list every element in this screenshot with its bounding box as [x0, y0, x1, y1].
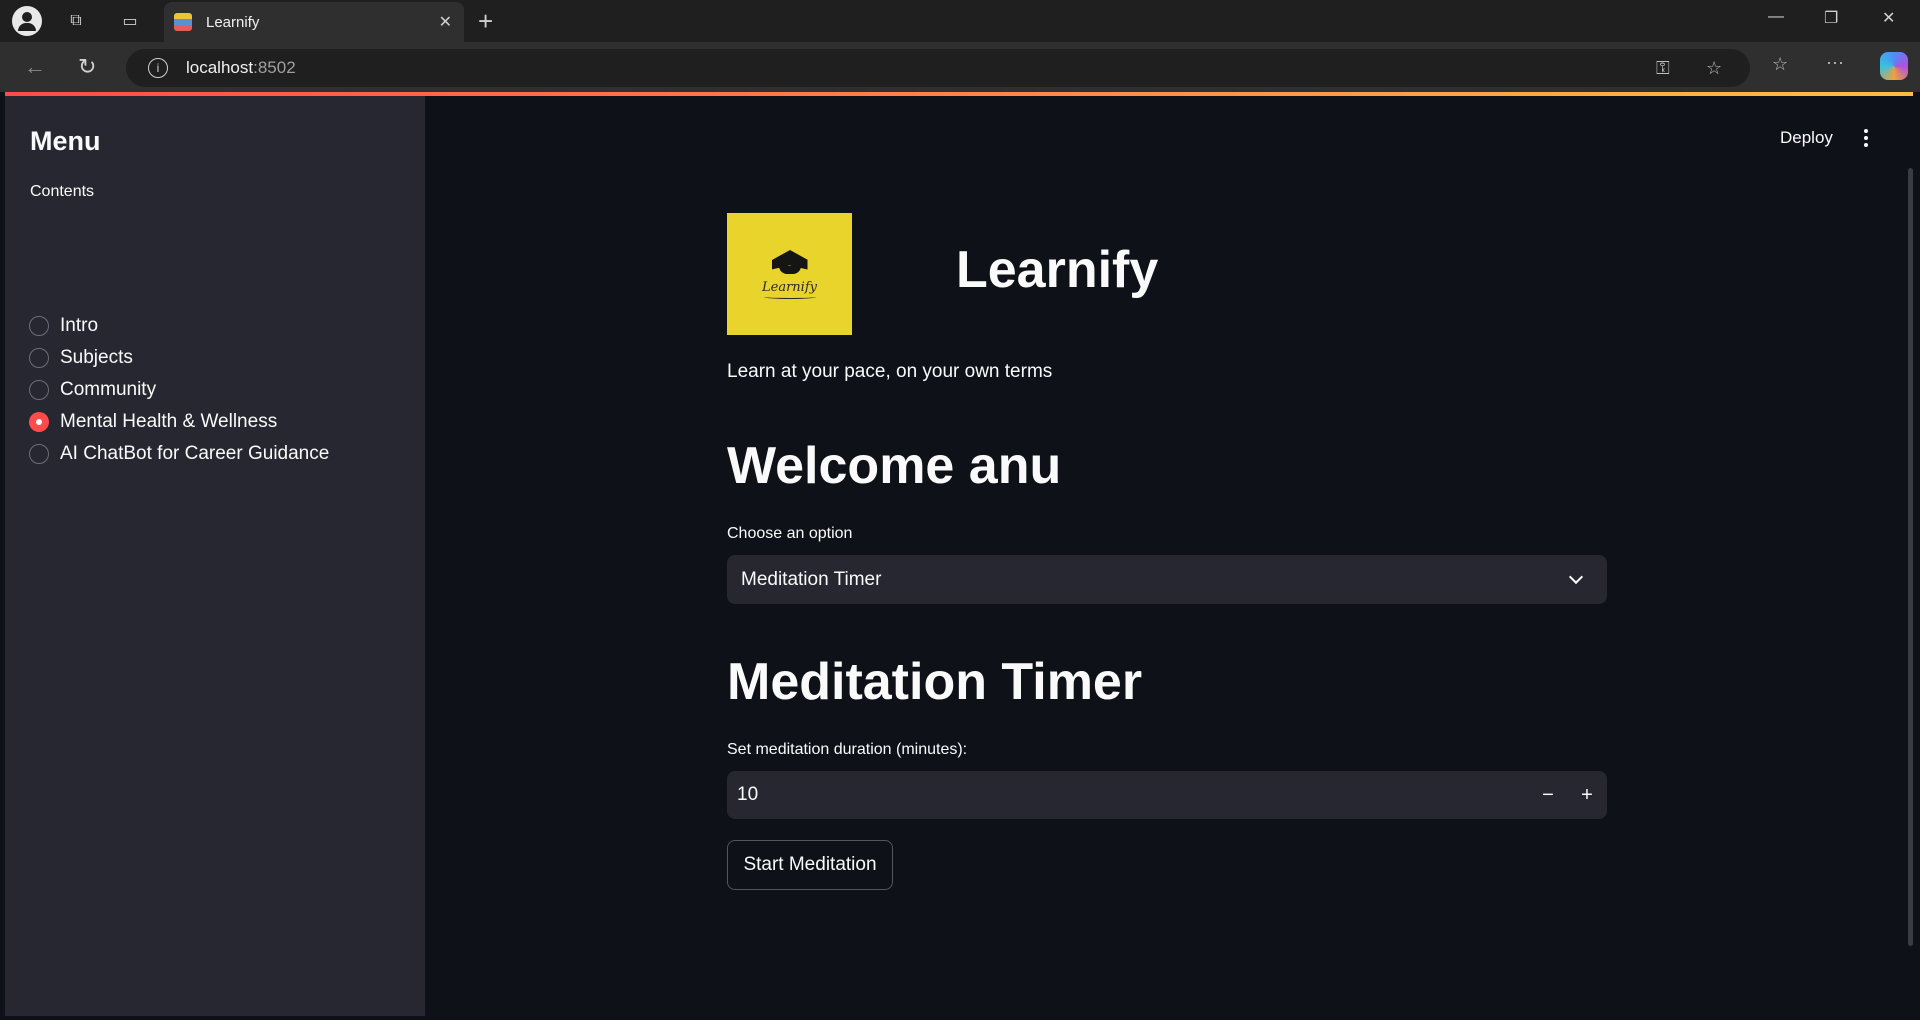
start-meditation-button[interactable]: Start Meditation	[727, 840, 893, 890]
page-title: Learnify	[956, 241, 1159, 299]
workspaces-icon[interactable]: ⧉	[62, 8, 90, 34]
more-options-icon[interactable]: ···	[1826, 52, 1844, 73]
address-bar[interactable]: i localhost:8502 ⚿ ☆	[126, 49, 1750, 87]
tagline: Learn at your pace, on your own terms	[727, 361, 1053, 382]
radio-icon	[29, 316, 49, 336]
decrement-button[interactable]: −	[1531, 779, 1565, 811]
radio-item-subjects[interactable]: Subjects	[29, 347, 133, 369]
radio-label: AI ChatBot for Career Guidance	[60, 443, 330, 464]
duration-label: Set meditation duration (minutes):	[727, 741, 968, 758]
duration-value[interactable]: 10	[737, 784, 758, 806]
close-tab-icon[interactable]: ✕	[439, 12, 452, 32]
choose-option-label: Choose an option	[727, 525, 853, 542]
radio-label: Subjects	[60, 347, 133, 368]
logo-text: Learnify	[762, 279, 817, 295]
sidebar	[5, 96, 425, 1016]
radio-selected-icon	[29, 412, 49, 432]
radio-item-mental-health[interactable]: Mental Health & Wellness	[29, 411, 277, 433]
refresh-icon[interactable]: ↻	[78, 54, 96, 80]
minimize-icon[interactable]: —	[1768, 8, 1784, 26]
option-select[interactable]: Meditation Timer	[727, 555, 1607, 604]
copilot-icon[interactable]	[1880, 52, 1908, 80]
radio-item-ai-chatbot[interactable]: AI ChatBot for Career Guidance	[29, 443, 329, 465]
welcome-heading: Welcome anu	[727, 437, 1062, 495]
browser-tab[interactable]: Learnify ✕	[164, 2, 464, 42]
tab-actions-icon[interactable]: ▭	[116, 8, 144, 34]
increment-button[interactable]: +	[1570, 779, 1604, 811]
new-tab-icon[interactable]: +	[478, 6, 493, 37]
address-row: ← ↻ i localhost:8502 ⚿ ☆ ☆ ···	[0, 42, 1920, 92]
deploy-button[interactable]: Deploy	[1780, 128, 1833, 148]
restore-icon[interactable]: ❐	[1824, 8, 1838, 28]
radio-icon	[29, 348, 49, 368]
chevron-down-icon	[1568, 569, 1584, 585]
favorites-icon[interactable]: ☆	[1772, 54, 1788, 75]
url-port: :8502	[253, 58, 296, 77]
duration-number-input[interactable]: 10 − +	[727, 771, 1607, 819]
main-menu-icon[interactable]	[1856, 126, 1876, 150]
radio-label: Community	[60, 379, 157, 400]
radio-item-intro[interactable]: Intro	[29, 315, 98, 337]
radio-group-label: Contents	[30, 183, 95, 200]
key-icon[interactable]: ⚿	[1656, 58, 1670, 79]
graduation-cap-icon	[771, 249, 808, 260]
site-info-icon[interactable]: i	[148, 58, 168, 78]
back-icon[interactable]: ←	[24, 54, 46, 80]
favorite-star-icon[interactable]: ☆	[1706, 58, 1722, 79]
url-host: localhost	[186, 58, 254, 77]
learnify-logo: Learnify	[727, 213, 852, 335]
section-title: Meditation Timer	[727, 653, 1143, 711]
close-window-icon[interactable]: ✕	[1882, 8, 1895, 28]
radio-icon	[29, 444, 49, 464]
scrollbar[interactable]	[1908, 168, 1913, 946]
browser-tab-bar: ⧉ ▭ Learnify ✕ + — ❐ ✕	[0, 0, 1920, 42]
radio-label: Intro	[60, 315, 99, 336]
tab-title: Learnify	[206, 13, 260, 31]
profile-icon[interactable]	[12, 6, 42, 36]
select-value: Meditation Timer	[741, 568, 882, 590]
radio-icon	[29, 380, 49, 400]
radio-label: Mental Health & Wellness	[60, 411, 278, 432]
radio-item-community[interactable]: Community	[29, 379, 156, 401]
sidebar-title: Menu	[30, 126, 101, 156]
favicon-icon	[174, 13, 192, 31]
